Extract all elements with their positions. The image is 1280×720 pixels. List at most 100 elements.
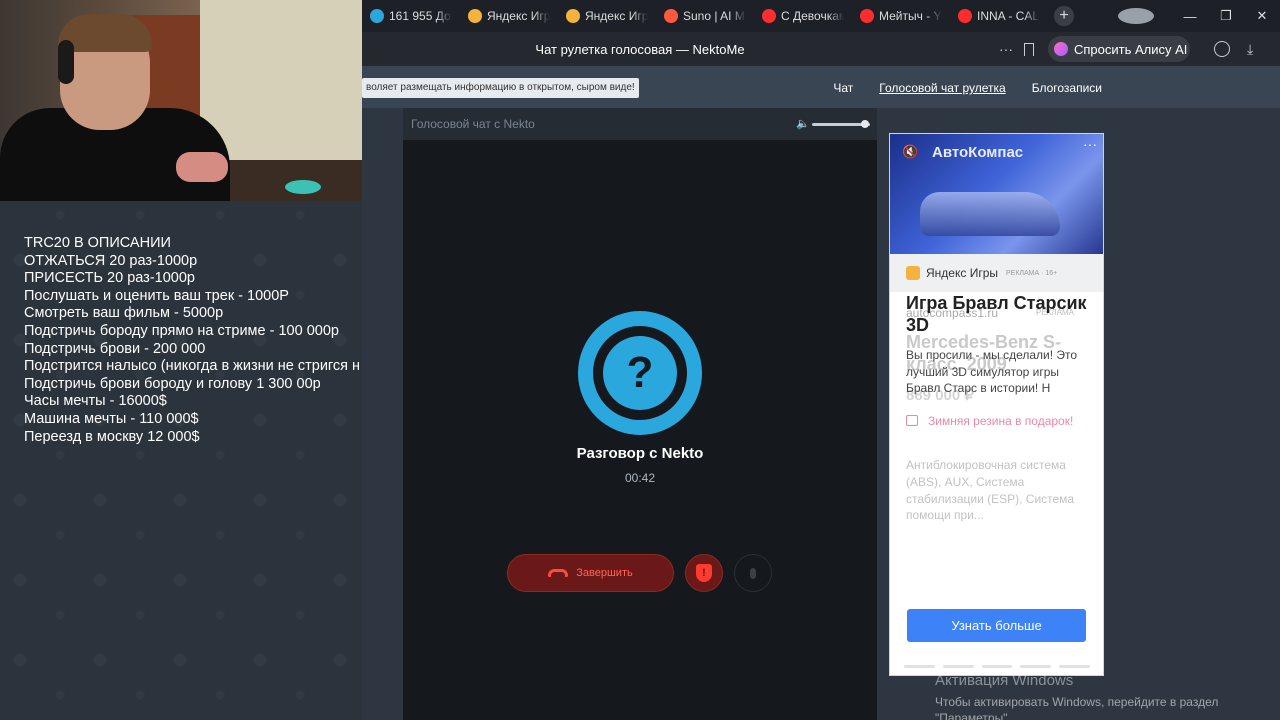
more-icon[interactable]: ···: [999, 41, 1013, 57]
windows-activation-text: Чтобы активировать Windows, перейдите в …: [935, 695, 1219, 720]
tab-title: 161 955 Дол: [389, 9, 452, 23]
tab-favicon-icon: [370, 9, 384, 23]
avatar: ?: [578, 311, 702, 435]
minimize-button[interactable]: —: [1172, 9, 1208, 24]
carousel-dot[interactable]: [1020, 665, 1052, 668]
yandex-games-icon: [906, 266, 920, 280]
nav-link[interactable]: Чат: [833, 81, 853, 95]
browser-tab[interactable]: С Девочкам: [754, 0, 852, 32]
call-panel: ? Разговор с Nekto 00:42 Завершить !: [403, 140, 877, 720]
tab-title: INNA - CALI: [977, 9, 1040, 23]
ad-logo: АвтоКомпас: [932, 144, 1024, 161]
chat-bar: Голосовой чат с Nekto 🔈: [403, 108, 877, 140]
download-icon[interactable]: ⤓: [1247, 41, 1253, 58]
microphone-icon: [750, 567, 756, 579]
question-mark-icon: ?: [603, 336, 677, 410]
end-call-button[interactable]: Завершить: [507, 554, 674, 592]
tab-favicon-icon: [468, 9, 482, 23]
ad-brand-row: Яндекс Игры РЕКЛАМА · 16+: [890, 254, 1103, 292]
end-call-label: Завершить: [576, 567, 633, 579]
tab-title: Suno | AI Mu: [683, 9, 746, 23]
profile-avatar[interactable]: [1118, 8, 1154, 24]
mute-icon[interactable]: 🔇: [902, 144, 918, 160]
ad-menu-icon[interactable]: ···: [1083, 136, 1097, 152]
report-button[interactable]: !: [685, 554, 723, 592]
browser-tab[interactable]: 161 955 Дол: [362, 0, 460, 32]
ad-text: Вы просили - мы сделали! Это лучший 3D с…: [906, 348, 1078, 395]
donation-line: Переезд в москву 12 000$: [24, 428, 200, 445]
donation-line: TRC20 В ОПИСАНИИ: [24, 235, 171, 251]
window-controls: — ❐ ✕: [1118, 0, 1280, 32]
donation-line: Подстричь бороду прямо на стриме - 100 0…: [24, 322, 339, 339]
ad-card[interactable]: 🔇 АвтоКомпас ··· Яндекс Игры РЕКЛАМА · 1…: [889, 133, 1104, 676]
bookmark-icon[interactable]: [1024, 42, 1034, 56]
phone-hangup-icon: [548, 569, 569, 577]
learn-more-button[interactable]: Узнать больше: [907, 609, 1086, 642]
volume-slider-knob[interactable]: [861, 120, 870, 128]
carousel-dot[interactable]: [981, 665, 1013, 668]
ad-tag: РЕКЛАМА · 16+: [1006, 269, 1058, 277]
donation-goals-list: TRC20 В ОПИСАНИИ ОТЖАТЬСЯ 20 раз-1000р ПРИ…: [24, 235, 376, 446]
browser-tab[interactable]: INNA - CALI: [950, 0, 1048, 32]
donation-line: Машина мечты - 110 000$: [24, 410, 199, 427]
play-icon[interactable]: [1214, 41, 1230, 57]
donation-line: ПРИСЕСТЬ 20 раз-1000р: [24, 270, 195, 287]
tab-title: Яндекс Игры: [487, 9, 550, 23]
donation-line: Подстричь брови бороду и голову 1 300 00…: [24, 375, 321, 392]
volume-icon[interactable]: 🔈: [796, 117, 810, 130]
ask-alice-button[interactable]: Спросить Алису AI: [1048, 36, 1190, 62]
donation-line: Смотреть ваш фильм - 5000р: [24, 305, 224, 322]
maximize-button[interactable]: ❐: [1208, 8, 1244, 24]
notice-banner: воляет размещать информацию в открытом, …: [362, 78, 639, 98]
carousel-dot[interactable]: [904, 665, 935, 668]
browser-tab[interactable]: Яндекс Игры: [558, 0, 656, 32]
tab-list: 161 955 Дол Яндекс Игры Яндекс Игры Suno | …: [362, 0, 1048, 32]
nav-link[interactable]: Блогозаписи: [1032, 81, 1102, 95]
ask-alice-label: Спросить Алису AI: [1074, 41, 1188, 57]
avatar-inner: ?: [593, 326, 687, 420]
shield-icon: !: [696, 564, 712, 582]
browser-tab-strip: 161 955 Дол Яндекс Игры Яндекс Игры Suno | …: [362, 0, 1280, 32]
call-title: Разговор с Nekto: [576, 445, 704, 462]
page-title[interactable]: Чат рулетка голосовая — NektoMe: [362, 42, 918, 57]
carousel-dot[interactable]: [1059, 665, 1090, 668]
address-bar: Чат рулетка голосовая — NektoMe ··· Спро…: [362, 32, 1280, 66]
tab-title: Яндекс Игры: [585, 9, 648, 23]
close-button[interactable]: ✕: [1244, 8, 1280, 24]
carousel-dot[interactable]: [942, 665, 974, 668]
tab-favicon-icon: [566, 9, 580, 23]
alice-icon: [1054, 42, 1068, 56]
call-timer: 00:42: [624, 471, 656, 485]
webcam-overlay: [0, 0, 362, 201]
donation-line: Подстрится налысо (никогда в жизни не ст…: [24, 358, 361, 375]
browser-tab[interactable]: Suno | AI Mu: [656, 0, 754, 32]
site-nav: Чат Голосовой чат рулетка Блогозаписи: [833, 81, 1102, 95]
browser-tab[interactable]: Яндекс Игры: [460, 0, 558, 32]
webcam-person-hands: [176, 152, 228, 182]
site-header: воляет размещать информацию в открытом, …: [362, 66, 1280, 108]
chat-bar-title: Голосовой чат с Nekto: [411, 117, 535, 131]
donation-line: Часы мечты - 16000$: [24, 393, 167, 410]
tab-favicon-icon: [762, 9, 776, 23]
nav-link[interactable]: Голосовой чат рулетка: [879, 81, 1005, 95]
donation-line: Послушать и оценить ваш трек - 1000Р: [24, 287, 289, 304]
new-tab-button[interactable]: +: [1054, 6, 1074, 26]
mute-mic-button[interactable]: [734, 554, 772, 592]
tab-title: Мейтыч - Yo: [879, 9, 942, 23]
webcam-mouse: [285, 180, 321, 194]
headset-icon: [58, 40, 74, 84]
car-image: [920, 192, 1060, 236]
ad-title: Игра Бравл Старсик 3D: [906, 293, 1087, 335]
ad-gift: Зимняя резина в подарок!: [928, 414, 1074, 428]
ad-brand: Яндекс Игры: [926, 266, 998, 280]
tab-favicon-icon: [860, 9, 874, 23]
ad-description: Антиблокировочная система (ABS), AUX, Си…: [906, 458, 1075, 523]
ad-carousel-dots: [904, 665, 1090, 668]
windows-activation-title: Активация Windows: [935, 672, 1074, 689]
ad-image[interactable]: 🔇 АвтоКомпас ···: [890, 134, 1103, 254]
browser-tab[interactable]: Мейтыч - Yo: [852, 0, 950, 32]
tab-favicon-icon: [664, 9, 678, 23]
donation-line: Подстричь брови - 200 000: [24, 340, 206, 357]
tab-title: С Девочкам: [781, 9, 844, 23]
donation-line: ОТЖАТЬСЯ 20 раз-1000р: [24, 252, 198, 269]
